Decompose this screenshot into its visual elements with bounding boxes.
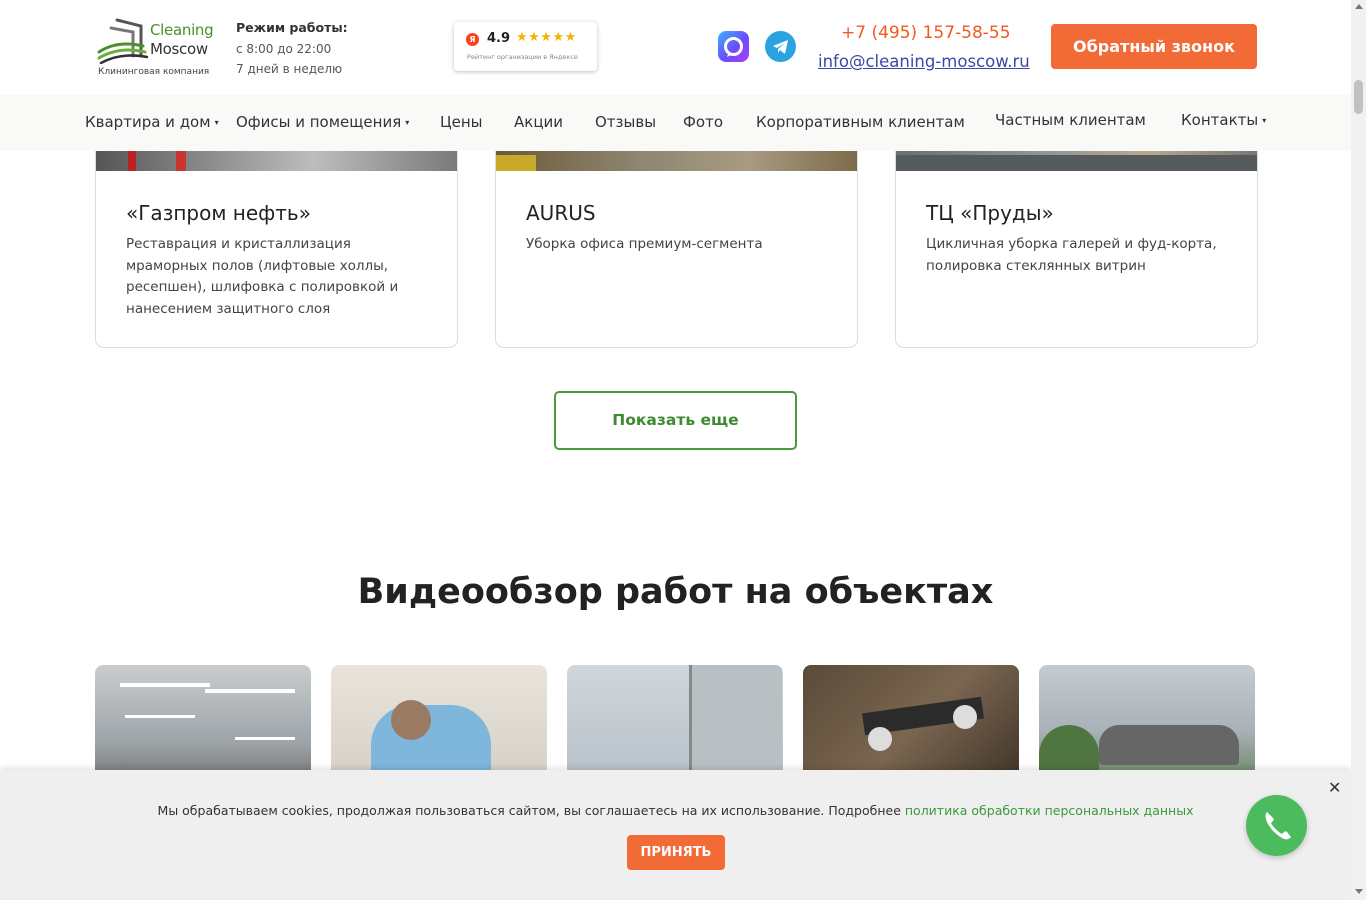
project-card[interactable]: AURUS Уборка офиса премиум-сегмента: [495, 120, 858, 348]
scroll-down-icon[interactable]: [1355, 889, 1363, 894]
project-description: Цикличная уборка галерей и фуд-корта, по…: [926, 236, 1217, 274]
logo[interactable]: Cleaning Moscow Клининговая компания: [97, 16, 217, 78]
nav-item-reviews[interactable]: Отзывы: [595, 113, 656, 131]
project-card[interactable]: ТЦ «Пруды» Цикличная уборка галерей и фу…: [895, 120, 1258, 348]
chevron-down-icon: ▾: [1262, 116, 1267, 125]
nav-item-contacts[interactable]: Контакты ▾: [1181, 111, 1266, 129]
project-card[interactable]: «Газпром нефть» Реставрация и кристаллиз…: [95, 120, 458, 348]
scrollbar[interactable]: [1351, 0, 1366, 900]
rating-caption: Рейтинг организации в Яндексе: [467, 53, 578, 61]
privacy-policy-link[interactable]: политика обработки персональных данных: [905, 803, 1194, 818]
cookie-text: Мы обрабатываем cookies, продолжая польз…: [157, 803, 1194, 818]
scroll-up-icon[interactable]: [1355, 4, 1363, 9]
hours-days: 7 дней в неделю: [236, 62, 343, 76]
close-icon[interactable]: ✕: [1328, 778, 1341, 797]
phone-link[interactable]: +7 (495) 157-58-55: [841, 23, 1011, 43]
nav-item-photo[interactable]: Фото: [683, 113, 723, 131]
hours-time: с 8:00 до 22:00: [236, 42, 332, 56]
logo-line1: Cleaning: [150, 21, 214, 39]
nav-item-prices[interactable]: Цены: [440, 113, 483, 131]
hours-title: Режим работы:: [236, 20, 348, 35]
header: Cleaning Moscow Клининговая компания Реж…: [0, 0, 1351, 95]
logo-caption: Клининговая компания: [98, 67, 210, 77]
nav-item-corporate[interactable]: Корпоративным клиентам: [756, 113, 965, 131]
rating-stars-icon: ★★★★★: [516, 30, 577, 45]
project-title: «Газпром нефть»: [126, 201, 311, 225]
call-button[interactable]: [1246, 795, 1307, 856]
project-title: ТЦ «Пруды»: [926, 201, 1054, 225]
scrollbar-thumb[interactable]: [1354, 80, 1363, 114]
page: Cleaning Moscow Клининговая компания Реж…: [0, 0, 1366, 900]
email-link[interactable]: info@cleaning-moscow.ru: [818, 52, 1030, 71]
yandex-rating-widget[interactable]: Я 4.9 ★★★★★ Рейтинг организации в Яндекс…: [454, 22, 597, 71]
yandex-icon: Я: [466, 33, 479, 46]
section-title: Видеообзор работ на объектах: [357, 572, 994, 612]
project-description: Реставрация и кристаллизация мраморных п…: [126, 236, 399, 317]
working-hours: Режим работы: с 8:00 до 22:00 7 дней в н…: [236, 20, 366, 79]
phone-icon: [1265, 812, 1291, 840]
telegram-icon[interactable]: [765, 31, 796, 62]
accept-cookies-button[interactable]: ПРИНЯТЬ: [627, 835, 725, 870]
logo-line2: Moscow: [150, 40, 208, 58]
main-nav: Квартира и дом ▾ Офисы и помещения ▾ Цены …: [0, 95, 1351, 151]
nav-item-apartment[interactable]: Квартира и дом ▾: [85, 113, 219, 131]
nav-item-private[interactable]: Частным клиентам: [995, 111, 1146, 129]
callback-button[interactable]: Обратный звонок: [1051, 24, 1257, 69]
nav-item-offices[interactable]: Офисы и помещения ▾: [236, 113, 409, 131]
show-more-button[interactable]: Показать еще: [554, 391, 797, 450]
logo-building-icon: [97, 18, 149, 64]
rating-value: 4.9: [487, 31, 511, 46]
chevron-down-icon: ▾: [214, 118, 219, 127]
project-description: Уборка офиса премиум-сегмента: [526, 236, 763, 252]
project-title: AURUS: [526, 201, 596, 225]
max-icon[interactable]: [718, 31, 749, 62]
nav-item-promotions[interactable]: Акции: [514, 113, 563, 131]
cookie-banner: Мы обрабатываем cookies, продолжая польз…: [0, 770, 1351, 900]
chevron-down-icon: ▾: [405, 118, 410, 127]
